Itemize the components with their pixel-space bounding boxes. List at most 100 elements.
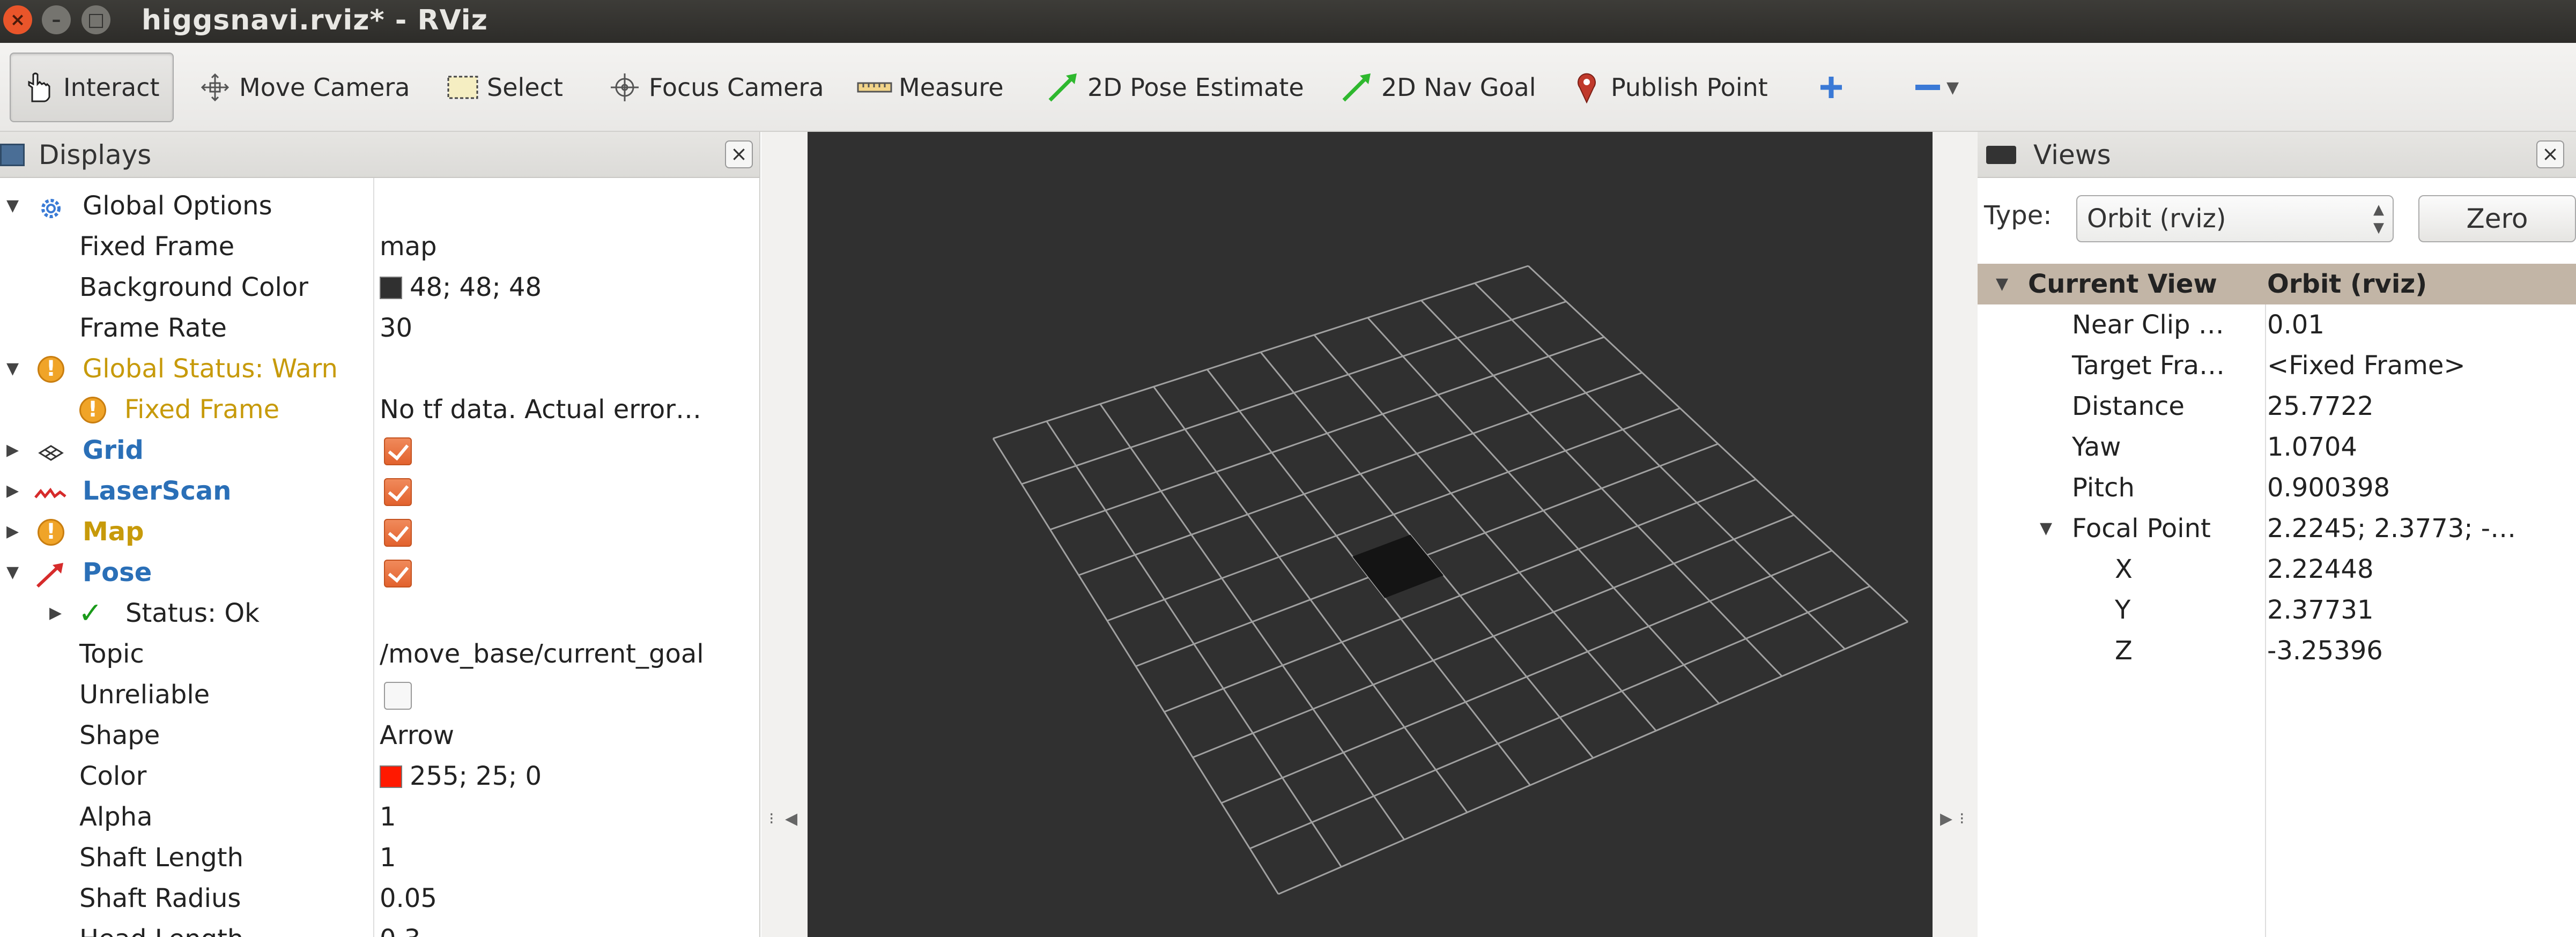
tree-label: Shaft Length	[79, 843, 243, 873]
tree-row-color[interactable]: Color 255; 25; 0	[0, 756, 759, 797]
tree-row-y[interactable]: Y 2.37731	[1978, 590, 2576, 630]
window-close-button[interactable]: ×	[3, 5, 32, 34]
focus-camera-icon	[606, 71, 643, 103]
collapse-arrow-icon[interactable]: ▶	[6, 430, 19, 471]
grid-line	[1192, 514, 1795, 758]
expand-arrow-icon[interactable]: ▼	[6, 348, 19, 389]
tree-row-target-frame[interactable]: Target Fra… <Fixed Frame>	[1978, 345, 2576, 386]
tree-row-focal-point[interactable]: ▼ Focal Point 2.2245; 2.3773; -…	[1978, 508, 2576, 549]
tool-measure-button[interactable]: Measure	[856, 53, 1004, 122]
tree-row-topic[interactable]: Topic /move_base/current_goal	[0, 634, 759, 674]
tree-row-global-status[interactable]: ▼ Global Status: Warn	[0, 348, 759, 389]
target-frame-value[interactable]: <Fixed Frame>	[2267, 345, 2573, 386]
expand-arrow-icon[interactable]: ▼	[2040, 508, 2052, 549]
alpha-value[interactable]: 1	[380, 797, 755, 837]
splitter-grip-icon: ⁝	[769, 809, 774, 828]
tree-row-pose-status[interactable]: ▶ ✓ Status: Ok	[0, 593, 759, 634]
fixed-frame-value[interactable]: map	[380, 226, 755, 267]
frame-rate-value[interactable]: 30	[380, 308, 755, 348]
shape-value[interactable]: Arrow	[380, 715, 755, 756]
check-icon: ✓	[78, 596, 103, 630]
shaft-length-value[interactable]: 1	[380, 837, 755, 878]
tree-row-near-clip[interactable]: Near Clip … 0.01	[1978, 304, 2576, 345]
grid-line	[1474, 282, 1846, 650]
left-splitter[interactable]: ⁝ ◀	[761, 132, 808, 937]
tree-row-shaft-length[interactable]: Shaft Length 1	[0, 837, 759, 878]
tree-row-laserscan[interactable]: ▶ LaserScan	[0, 471, 759, 511]
window-title: higgsnavi.rviz* - RViz	[142, 4, 488, 36]
view-type-select[interactable]: Orbit (rviz) ▲ ▼	[2076, 195, 2394, 242]
3d-viewport[interactable]	[808, 132, 1933, 937]
head-length-value[interactable]: 0.3	[380, 919, 755, 937]
expand-arrow-icon[interactable]: ▼	[6, 185, 19, 226]
tool-2d-pose-estimate-button[interactable]: 2D Pose Estimate	[1045, 53, 1304, 122]
y-value[interactable]: 2.37731	[2267, 590, 2573, 630]
tree-row-distance[interactable]: Distance 25.7722	[1978, 386, 2576, 427]
window-maximize-button[interactable]: □	[82, 5, 110, 34]
expand-arrow-icon[interactable]: ▼	[6, 552, 19, 593]
collapse-right-icon[interactable]: ▶	[1940, 809, 1952, 828]
window-minimize-button[interactable]: –	[42, 5, 71, 34]
topic-value[interactable]: /move_base/current_goal	[380, 634, 755, 674]
pitch-value[interactable]: 0.900398	[2267, 467, 2573, 508]
chevron-down-icon[interactable]: ▼	[1946, 78, 1959, 97]
shaft-radius-value[interactable]: 0.05	[380, 878, 755, 919]
tree-row-pose[interactable]: ▼ Pose	[0, 552, 759, 593]
pose-enabled-checkbox[interactable]	[384, 560, 412, 588]
tree-row-map[interactable]: ▶ Map	[0, 511, 759, 552]
unreliable-checkbox[interactable]	[384, 682, 412, 710]
z-value[interactable]: -3.25396	[2267, 630, 2573, 671]
distance-value[interactable]: 25.7722	[2267, 386, 2573, 427]
tool-2d-nav-goal-button[interactable]: 2D Nav Goal	[1338, 53, 1536, 122]
tree-row-z[interactable]: Z -3.25396	[1978, 630, 2576, 671]
close-icon[interactable]: ×	[725, 140, 753, 168]
tree-row-status-fixed-frame[interactable]: Fixed Frame No tf data. Actual error…	[0, 389, 759, 430]
tree-row-pitch[interactable]: Pitch 0.900398	[1978, 467, 2576, 508]
tool-focus-camera-button[interactable]: Focus Camera	[606, 53, 824, 122]
map-enabled-checkbox[interactable]	[384, 519, 412, 547]
tree-row-fixed-frame[interactable]: Fixed Frame map	[0, 226, 759, 267]
move-camera-icon	[196, 71, 234, 103]
collapse-arrow-icon[interactable]: ▶	[6, 471, 19, 511]
right-splitter[interactable]: ▶ ⁝	[1933, 132, 1979, 937]
tree-label: Alpha	[79, 802, 153, 832]
collapse-left-icon[interactable]: ◀	[785, 809, 797, 828]
tool-label: Interact	[63, 73, 160, 102]
tree-row-global-options[interactable]: ▼ Global Options	[0, 185, 759, 226]
views-panel: Views × Type: Orbit (rviz) ▲ ▼ Zero ▼ Cur…	[1978, 132, 2576, 937]
remove-tool-button[interactable]: ▼	[1909, 53, 1959, 122]
tool-move-camera-button[interactable]: Move Camera	[196, 53, 410, 122]
tool-publish-point-button[interactable]: Publish Point	[1568, 53, 1768, 122]
displays-panel: Displays × ▼ Global Options Fixed Frame …	[0, 132, 760, 937]
tree-row-unreliable[interactable]: Unreliable	[0, 674, 759, 715]
expand-arrow-icon[interactable]: ▼	[1996, 264, 2008, 304]
tree-row-x[interactable]: X 2.22448	[1978, 549, 2576, 590]
focal-point-value[interactable]: 2.2245; 2.3773; -…	[2267, 508, 2573, 549]
color-swatch	[380, 765, 402, 788]
close-icon[interactable]: ×	[2536, 140, 2564, 168]
tree-row-shape[interactable]: Shape Arrow	[0, 715, 759, 756]
yaw-value[interactable]: 1.0704	[2267, 427, 2573, 467]
collapse-arrow-icon[interactable]: ▶	[6, 511, 19, 552]
tree-row-yaw[interactable]: Yaw 1.0704	[1978, 427, 2576, 467]
tree-row-current-view[interactable]: ▼ Current View Orbit (rviz)	[1978, 264, 2576, 304]
tree-row-alpha[interactable]: Alpha 1	[0, 797, 759, 837]
x-value[interactable]: 2.22448	[2267, 549, 2573, 590]
add-tool-button[interactable]	[1812, 53, 1855, 122]
tool-select-button[interactable]: Select	[444, 53, 563, 122]
background-color-value[interactable]: 48; 48; 48	[380, 267, 755, 308]
grid-enabled-checkbox[interactable]	[384, 437, 412, 465]
tree-row-background-color[interactable]: Background Color 48; 48; 48	[0, 267, 759, 308]
grid-line	[1313, 334, 1657, 732]
tree-row-head-length[interactable]: Head Length 0.3	[0, 919, 759, 937]
zero-button[interactable]: Zero	[2418, 195, 2576, 242]
color-value[interactable]: 255; 25; 0	[380, 756, 755, 797]
collapse-arrow-icon[interactable]: ▶	[49, 593, 62, 634]
laserscan-enabled-checkbox[interactable]	[384, 478, 412, 506]
near-clip-value[interactable]: 0.01	[2267, 304, 2573, 345]
tree-row-grid[interactable]: ▶ Grid	[0, 430, 759, 471]
tree-row-frame-rate[interactable]: Frame Rate 30	[0, 308, 759, 348]
tree-row-shaft-radius[interactable]: Shaft Radius 0.05	[0, 878, 759, 919]
tree-label: Frame Rate	[79, 313, 227, 343]
tool-interact-button[interactable]: Interact	[10, 53, 174, 122]
